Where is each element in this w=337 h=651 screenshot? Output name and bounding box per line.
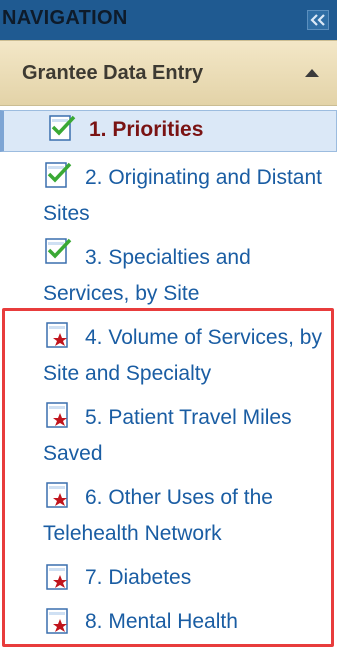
nav-item-label: 4. Volume of Services, by Site and Speci… xyxy=(43,326,322,385)
nav-item-label: 3. Specialties and Services, by Site xyxy=(43,246,251,305)
double-chevron-left-icon xyxy=(310,14,325,26)
collapse-navigation-button[interactable] xyxy=(307,10,329,30)
nav-item-other-uses-telehealth[interactable]: 6. Other Uses of the Telehealth Network xyxy=(0,478,337,554)
navigation-title: NAVIGATION xyxy=(2,7,128,29)
navigation-header: NAVIGATION xyxy=(0,0,337,40)
triangle-up-icon[interactable] xyxy=(305,69,319,77)
nav-item-diabetes[interactable]: 7. Diabetes xyxy=(0,558,337,598)
nav-item-patient-travel-miles[interactable]: 5. Patient Travel Miles Saved xyxy=(0,398,337,474)
navigation-list: 1. Priorities 2. Originating and Distant… xyxy=(0,106,337,651)
nav-item-label: 1. Priorities xyxy=(89,118,204,141)
nav-item-volume-of-services[interactable]: 4. Volume of Services, by Site and Speci… xyxy=(0,318,337,394)
nav-item-specialties-services[interactable]: 3. Specialties and Services, by Site xyxy=(0,234,337,310)
nav-item-mental-health[interactable]: 8. Mental Health xyxy=(0,602,337,642)
section-title: Grantee Data Entry xyxy=(22,62,204,84)
grantee-data-entry-section-header[interactable]: Grantee Data Entry xyxy=(0,40,337,106)
nav-item-priorities[interactable]: 1. Priorities xyxy=(0,110,337,152)
nav-item-originating-distant-sites[interactable]: 2. Originating and Distant Sites xyxy=(0,158,337,230)
nav-item-label: 6. Other Uses of the Telehealth Network xyxy=(43,486,273,545)
nav-item-label: 2. Originating and Distant Sites xyxy=(43,166,322,225)
nav-item-label: 7. Diabetes xyxy=(85,566,192,589)
nav-item-label: 5. Patient Travel Miles Saved xyxy=(43,406,292,465)
nav-item-label: 8. Mental Health xyxy=(85,610,238,633)
